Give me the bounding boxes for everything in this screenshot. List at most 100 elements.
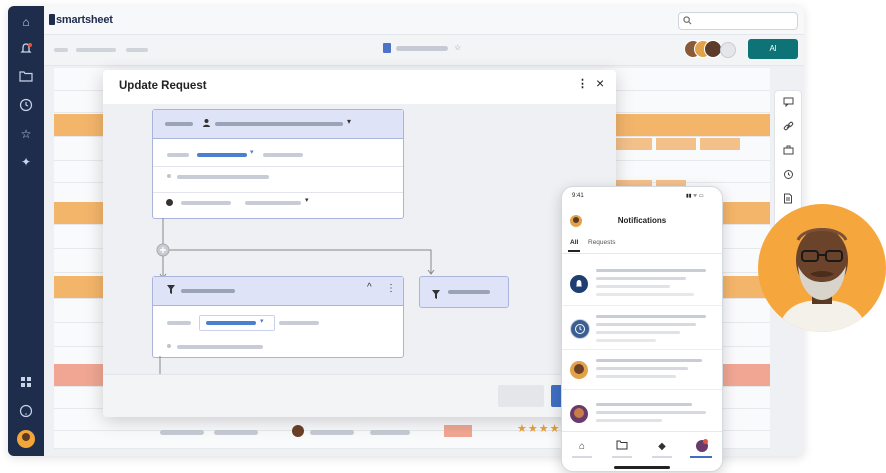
folder-icon[interactable] bbox=[614, 440, 630, 454]
rating-stars[interactable]: ★★★★ bbox=[517, 422, 560, 435]
field-select[interactable] bbox=[197, 153, 247, 157]
update-request-dialog: Update Request ⋮ × ▾ ▾ ▾ ^ ⋮ ▾ bbox=[103, 70, 616, 417]
help-icon[interactable] bbox=[18, 404, 34, 420]
notification-text bbox=[596, 331, 680, 334]
mobile-notifications-panel: 9:41 ▮▮ ᯤ ▭ Notifications All Requests ⌂ bbox=[561, 186, 723, 472]
card-header: ▾ bbox=[153, 110, 403, 139]
home-indicator bbox=[614, 466, 670, 469]
sheet-name[interactable] bbox=[396, 46, 448, 51]
grid-cell[interactable] bbox=[700, 138, 740, 150]
history-icon[interactable] bbox=[781, 169, 795, 183]
assignee-avatar[interactable] bbox=[292, 425, 304, 437]
search-icon bbox=[683, 16, 692, 25]
workflow-card-condition[interactable]: ^ ⋮ ▾ bbox=[152, 276, 404, 358]
link-icon[interactable] bbox=[781, 121, 795, 135]
notification-text bbox=[596, 323, 696, 326]
home-icon[interactable]: ⌂ bbox=[18, 14, 34, 30]
cell-text bbox=[160, 430, 204, 435]
avatar-icon[interactable] bbox=[696, 439, 708, 452]
dialog-title: Update Request bbox=[119, 80, 207, 92]
field-label bbox=[167, 153, 189, 157]
cell-text bbox=[310, 430, 354, 435]
card-header-text bbox=[215, 122, 343, 126]
field-label bbox=[167, 321, 191, 325]
mobile-tab-bar: ⌂ ◆ bbox=[562, 431, 722, 471]
status-cell[interactable] bbox=[444, 425, 472, 437]
tab-requests[interactable]: Requests bbox=[588, 239, 615, 246]
sparkle-icon[interactable]: ✦ bbox=[18, 154, 34, 170]
workflow-card-request[interactable]: ▾ ▾ ▾ bbox=[152, 109, 404, 219]
user-avatar bbox=[570, 405, 588, 423]
star-icon[interactable]: ☆ bbox=[18, 126, 34, 142]
more-collaborators-icon[interactable] bbox=[720, 42, 736, 58]
user-icon bbox=[202, 118, 211, 130]
brand-logo[interactable]: smartsheet bbox=[56, 14, 113, 26]
chevron-down-icon[interactable]: ▾ bbox=[305, 196, 309, 204]
search-input[interactable] bbox=[678, 12, 798, 30]
apps-icon[interactable] bbox=[18, 376, 34, 392]
notification-text bbox=[596, 375, 676, 378]
card-header: ^ ⋮ bbox=[153, 277, 403, 306]
workflow-connector bbox=[156, 218, 435, 279]
notification-text bbox=[596, 315, 706, 318]
favorite-icon[interactable]: ☆ bbox=[454, 43, 461, 52]
filter-icon bbox=[167, 285, 175, 296]
notification-text bbox=[596, 285, 670, 288]
dialog-footer bbox=[103, 374, 616, 417]
notification-text bbox=[596, 403, 692, 406]
card-header-text bbox=[448, 290, 490, 294]
chevron-down-icon[interactable]: ▾ bbox=[347, 117, 351, 126]
settings-icon bbox=[166, 199, 173, 206]
field-text bbox=[177, 175, 269, 179]
home-icon[interactable]: ⌂ bbox=[574, 440, 590, 454]
chevron-down-icon[interactable]: ▾ bbox=[250, 148, 254, 156]
divider bbox=[562, 349, 722, 350]
toolbar-item[interactable] bbox=[76, 48, 116, 52]
active-tab-indicator bbox=[568, 250, 580, 252]
field-select[interactable]: ▾ bbox=[199, 315, 275, 331]
active-tab-indicator bbox=[690, 456, 712, 458]
field-value bbox=[245, 201, 301, 205]
notification-icon[interactable] bbox=[18, 42, 34, 58]
clock-icon[interactable] bbox=[18, 98, 34, 114]
share-button[interactable]: Al bbox=[748, 39, 798, 59]
cancel-button[interactable] bbox=[498, 385, 544, 407]
notification-text bbox=[596, 411, 706, 414]
toolbar-item[interactable] bbox=[54, 48, 68, 52]
clock-icon bbox=[570, 319, 590, 339]
divider bbox=[153, 166, 403, 167]
notification-text bbox=[596, 367, 688, 370]
notification-text bbox=[596, 339, 656, 342]
status-time: 9:41 bbox=[572, 193, 584, 199]
notifications-title: Notifications bbox=[617, 216, 667, 225]
field-text bbox=[177, 345, 263, 349]
notification-text bbox=[596, 419, 662, 422]
grid-cell[interactable] bbox=[616, 138, 652, 150]
user-avatar[interactable] bbox=[17, 430, 35, 448]
divider bbox=[153, 192, 403, 193]
tab-all[interactable]: All bbox=[570, 239, 578, 246]
more-options-icon[interactable]: ⋮ bbox=[577, 77, 588, 90]
more-options-icon[interactable]: ⋮ bbox=[386, 283, 396, 294]
document-icon[interactable] bbox=[781, 193, 795, 207]
workflow-card-branch[interactable] bbox=[419, 276, 509, 308]
briefcase-icon[interactable] bbox=[781, 145, 795, 159]
tab-underline bbox=[612, 456, 632, 458]
notification-text bbox=[596, 269, 706, 272]
left-nav: ⌂ ☆ ✦ bbox=[8, 6, 44, 456]
close-icon[interactable]: × bbox=[596, 75, 604, 91]
collapse-icon[interactable]: ^ bbox=[367, 282, 372, 293]
comment-icon[interactable] bbox=[781, 97, 795, 111]
bullet-icon bbox=[167, 344, 171, 348]
card-header-text bbox=[181, 289, 235, 293]
folder-icon[interactable] bbox=[18, 70, 34, 86]
workflow-canvas: ▾ ▾ ▾ ^ ⋮ ▾ bbox=[103, 104, 616, 376]
tab-underline bbox=[652, 456, 672, 458]
toolbar-item[interactable] bbox=[126, 48, 148, 52]
filter-icon bbox=[432, 286, 440, 304]
bullet-icon bbox=[167, 174, 171, 178]
diamond-icon[interactable]: ◆ bbox=[654, 440, 670, 454]
grid-cell[interactable] bbox=[656, 138, 696, 150]
workflow-connector bbox=[159, 356, 161, 376]
field-label bbox=[181, 201, 231, 205]
